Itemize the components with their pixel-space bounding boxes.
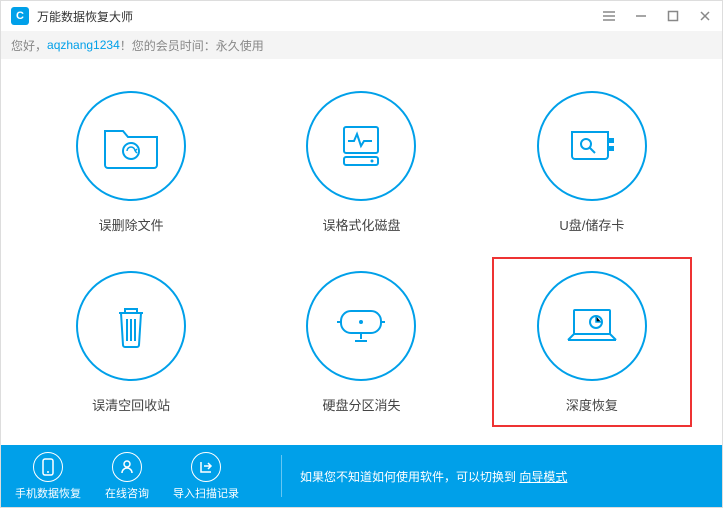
option-label: 误格式化磁盘 xyxy=(322,215,400,234)
option-label: U盘/储存卡 xyxy=(559,215,624,234)
option-formatted-disk[interactable]: 误格式化磁盘 xyxy=(261,77,461,247)
drive-pulse-icon xyxy=(306,91,416,201)
window-controls xyxy=(602,9,712,23)
main-options: 误删除文件 误格式化磁盘 xyxy=(1,59,722,445)
import-icon xyxy=(191,452,221,482)
person-icon xyxy=(112,452,142,482)
wizard-mode-link[interactable]: 向导模式 xyxy=(519,470,567,484)
option-label: 误删除文件 xyxy=(99,215,164,234)
trash-icon xyxy=(76,271,186,381)
menu-button[interactable] xyxy=(602,9,616,23)
option-label: 硬盘分区消失 xyxy=(322,395,400,414)
app-logo-icon: C xyxy=(11,7,29,25)
footer-label: 手机数据恢复 xyxy=(15,485,81,501)
option-partition-lost[interactable]: 硬盘分区消失 xyxy=(261,257,461,427)
option-recycle-bin[interactable]: 误清空回收站 xyxy=(31,257,231,427)
greeting-bar: 您好， aqzhang1234 ！您的会员时间：永久使用 xyxy=(1,31,722,59)
greeting-username: aqzhang1234 xyxy=(47,38,120,52)
footer-label: 导入扫描记录 xyxy=(173,485,239,501)
option-deep-recovery[interactable]: 深度恢复 xyxy=(492,257,692,427)
option-usb-card[interactable]: U盘/储存卡 xyxy=(492,77,692,247)
footer-separator xyxy=(281,455,282,497)
footer-online-consult[interactable]: 在线咨询 xyxy=(105,452,149,501)
phone-icon xyxy=(33,452,63,482)
maximize-button[interactable] xyxy=(666,9,680,23)
app-title: 万能数据恢复大师 xyxy=(37,8,602,25)
footer-bar: 手机数据恢复 在线咨询 导入扫描记录 如果您不知道如何使用软件，可以切换到 向导… xyxy=(1,445,722,507)
footer-import-scan[interactable]: 导入扫描记录 xyxy=(173,452,239,501)
option-label: 深度恢复 xyxy=(566,395,618,414)
folder-refresh-icon xyxy=(76,91,186,201)
greeting-hello: 您好， xyxy=(11,37,47,54)
footer-hint-text: 如果您不知道如何使用软件，可以切换到 xyxy=(300,470,519,484)
footer-label: 在线咨询 xyxy=(105,485,149,501)
option-deleted-files[interactable]: 误删除文件 xyxy=(31,77,231,247)
option-label: 误清空回收站 xyxy=(92,395,170,414)
footer-hint: 如果您不知道如何使用软件，可以切换到 向导模式 xyxy=(300,468,567,485)
close-button[interactable] xyxy=(698,9,712,23)
minimize-button[interactable] xyxy=(634,9,648,23)
app-window: C 万能数据恢复大师 您好， aqzhang1234 ！您的会员时间：永久使用 xyxy=(0,0,723,508)
sdcard-search-icon xyxy=(537,91,647,201)
harddrive-icon xyxy=(306,271,416,381)
greeting-suffix: ！您的会员时间：永久使用 xyxy=(120,37,264,54)
titlebar: C 万能数据恢复大师 xyxy=(1,1,722,31)
footer-phone-recovery[interactable]: 手机数据恢复 xyxy=(15,452,81,501)
laptop-scan-icon xyxy=(537,271,647,381)
